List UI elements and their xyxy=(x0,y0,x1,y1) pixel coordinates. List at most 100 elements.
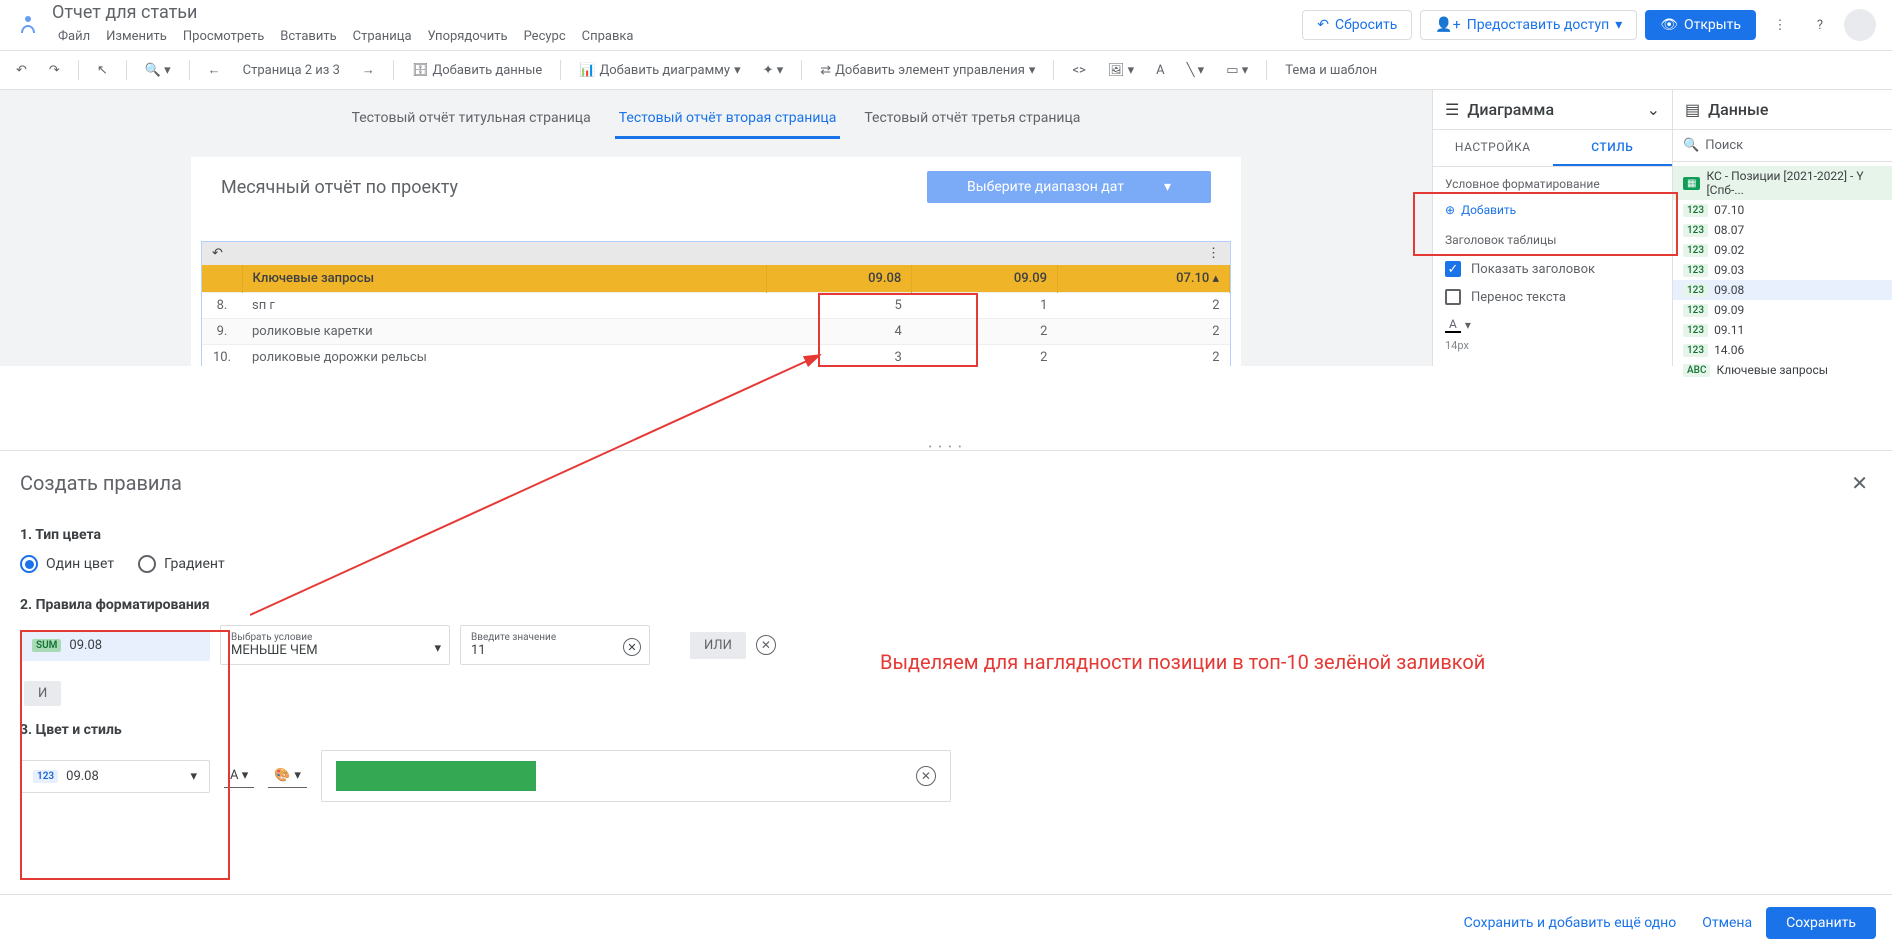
tab-setup[interactable]: НАСТРОЙКА xyxy=(1433,130,1553,166)
wrap-text-checkbox[interactable]: Перенос текста xyxy=(1445,283,1660,311)
font-color-dropdown[interactable]: A ▾ xyxy=(224,764,254,788)
chevron-down-icon[interactable]: ⌄ xyxy=(1647,100,1660,119)
chart-panel-body: Условное форматирование ⊕Добавить Заголо… xyxy=(1433,167,1672,362)
data-field-item[interactable]: 12309.09 xyxy=(1673,300,1892,320)
add-cond-format[interactable]: ⊕Добавить xyxy=(1445,203,1516,217)
line-button[interactable]: ╲ ▾ xyxy=(1179,59,1213,82)
data-search[interactable]: 🔍Поиск xyxy=(1673,130,1892,162)
condition-select[interactable]: Выбрать условие МЕНЬШЕ ЧЕМ ▾ xyxy=(220,625,450,665)
date-range-selector[interactable]: Выберите диапазон дат▾ xyxy=(927,171,1211,203)
col-07-10[interactable]: 07.10 ▴ xyxy=(1057,265,1229,293)
canvas-area: Тестовый отчёт титульная страница Тестов… xyxy=(0,90,1432,366)
radio-single-color[interactable]: Один цвет xyxy=(20,555,114,573)
report-title: Месячный отчёт по проекту xyxy=(221,177,927,198)
data-field-item[interactable]: 12308.07 xyxy=(1673,220,1892,240)
search-icon: 🔍 xyxy=(1683,138,1699,153)
undo-icon: ↶ xyxy=(1317,17,1329,33)
help-icon[interactable]: ? xyxy=(1804,9,1836,41)
font-color-button[interactable]: A xyxy=(1445,317,1461,333)
data-field-item[interactable]: 12307.10 xyxy=(1673,200,1892,220)
eye-icon: 👁 xyxy=(1660,17,1678,33)
data-table-component[interactable]: ↶ ⋮ Ключевые запросы 09.08 09.09 07.10 ▴… xyxy=(201,241,1231,366)
menu-view[interactable]: Просмотреть xyxy=(177,25,270,48)
data-field-item[interactable]: 12309.08 xyxy=(1673,280,1892,300)
chart-icon: 📊 xyxy=(579,63,595,78)
text-button[interactable]: A xyxy=(1148,59,1172,82)
save-button[interactable]: Сохранить xyxy=(1766,907,1876,939)
undo-button[interactable]: ↶ xyxy=(8,59,35,82)
menu-help[interactable]: Справка xyxy=(576,25,640,48)
remove-style-icon[interactable]: ✕ xyxy=(916,766,936,786)
data-field-item[interactable]: 12314.06 xyxy=(1673,340,1892,360)
more-options-button[interactable]: ⋮ xyxy=(1764,9,1796,41)
remove-rule-icon[interactable]: ✕ xyxy=(756,635,776,655)
person-add-icon: 👤+ xyxy=(1435,17,1460,33)
reset-button[interactable]: ↶Сбросить xyxy=(1302,10,1412,40)
undo-icon[interactable]: ↶ xyxy=(212,246,223,261)
cond-format-title: Условное форматирование xyxy=(1445,177,1660,191)
tab-page2[interactable]: Тестовый отчёт вторая страница xyxy=(615,102,841,139)
app-header: Отчет для статьи Файл Изменить Просмотре… xyxy=(0,0,1892,50)
field-selector[interactable]: SUM09.08 xyxy=(20,630,210,661)
add-chart-button[interactable]: 📊Добавить диаграмму ▾ xyxy=(571,59,748,82)
avatar[interactable] xyxy=(1844,9,1876,41)
style-field-selector[interactable]: 12309.08▾ xyxy=(20,760,210,793)
color-type-radios: Один цвет Градиент xyxy=(20,555,1872,573)
cursor-tool[interactable]: ↖ xyxy=(89,59,116,82)
add-control-button[interactable]: ⇄Добавить элемент управления ▾ xyxy=(812,59,1043,82)
data-field-item[interactable]: 12309.11 xyxy=(1673,320,1892,340)
chevron-down-icon: ▾ xyxy=(1164,179,1171,195)
shape-button[interactable]: ▭ ▾ xyxy=(1218,59,1256,82)
header-actions: ↶Сбросить 👤+Предоставить доступ▾ 👁Открыт… xyxy=(1302,9,1876,41)
share-button[interactable]: 👤+Предоставить доступ▾ xyxy=(1420,10,1637,40)
radio-gradient[interactable]: Градиент xyxy=(138,555,225,573)
theme-button[interactable]: Тема и шаблон xyxy=(1277,59,1385,82)
chevron-down-icon[interactable]: ▾ xyxy=(1465,318,1471,332)
page-next[interactable]: → xyxy=(354,58,383,82)
tab-page1[interactable]: Тестовый отчёт титульная страница xyxy=(348,102,595,139)
menu-arrange[interactable]: Упорядочить xyxy=(422,25,514,48)
clear-icon[interactable]: ✕ xyxy=(623,638,641,656)
close-icon[interactable]: ✕ xyxy=(1847,467,1872,499)
menu-edit[interactable]: Изменить xyxy=(100,25,173,48)
plus-circle-icon: ⊕ xyxy=(1445,203,1455,217)
more-icon[interactable]: ⋮ xyxy=(1207,246,1220,261)
col-09-09[interactable]: 09.09 xyxy=(912,265,1058,293)
tab-page3[interactable]: Тестовый отчёт третья страница xyxy=(860,102,1084,139)
menu-insert[interactable]: Вставить xyxy=(274,25,342,48)
menu-resource[interactable]: Ресурс xyxy=(518,25,572,48)
tab-style[interactable]: СТИЛЬ xyxy=(1553,130,1673,166)
data-field-item[interactable]: 12309.02 xyxy=(1673,240,1892,260)
image-button[interactable]: 🖼 ▾ xyxy=(1100,59,1142,82)
add-data-button[interactable]: 🗄Добавить данные xyxy=(404,59,550,82)
style-preview-box: ✕ xyxy=(321,750,951,802)
fill-color-dropdown[interactable]: 🎨 ▾ xyxy=(268,764,307,788)
main-area: Тестовый отчёт титульная страница Тестов… xyxy=(0,90,1892,366)
embed-button[interactable]: <> xyxy=(1064,59,1093,82)
fill-icon: 🎨 xyxy=(274,768,290,783)
save-and-add-button[interactable]: Сохранить и добавить ещё одно xyxy=(1452,907,1689,939)
and-chip[interactable]: И xyxy=(24,681,61,706)
col-09-08[interactable]: 09.08 xyxy=(766,265,912,293)
table-row: 10.роликовые дорожки рельсы322 xyxy=(202,345,1230,367)
menu-file[interactable]: Файл xyxy=(52,25,96,48)
page-prev[interactable]: ← xyxy=(200,58,229,82)
community-button[interactable]: ✦ ▾ xyxy=(755,59,792,82)
data-field-item[interactable]: 12309.03 xyxy=(1673,260,1892,280)
data-field-item[interactable]: ABCКлючевые запросы xyxy=(1673,360,1892,380)
step1-title: 1. Тип цвета xyxy=(20,527,1872,543)
cancel-button[interactable]: Отмена xyxy=(1690,907,1764,939)
data-table: Ключевые запросы 09.08 09.09 07.10 ▴ 8.s… xyxy=(202,265,1230,366)
report-canvas[interactable]: Месячный отчёт по проекту Выберите диапа… xyxy=(191,157,1241,366)
doc-title[interactable]: Отчет для статьи xyxy=(52,2,640,23)
data-source-item[interactable]: ▦КС - Позиции [2021-2022] - Y [Спб-... xyxy=(1673,166,1892,200)
or-chip[interactable]: ИЛИ xyxy=(690,632,746,659)
col-queries[interactable]: Ключевые запросы xyxy=(242,265,766,293)
zoom-tool[interactable]: 🔍 ▾ xyxy=(137,59,179,82)
show-header-checkbox[interactable]: ✓Показать заголовок xyxy=(1445,255,1660,283)
value-input[interactable]: Введите значение 11 ✕ xyxy=(460,625,650,665)
redo-button[interactable]: ↷ xyxy=(41,59,68,82)
menu-page[interactable]: Страница xyxy=(347,25,418,48)
open-button[interactable]: 👁Открыть xyxy=(1645,10,1756,40)
page-indicator[interactable]: Страница 2 из 3 xyxy=(235,59,348,82)
